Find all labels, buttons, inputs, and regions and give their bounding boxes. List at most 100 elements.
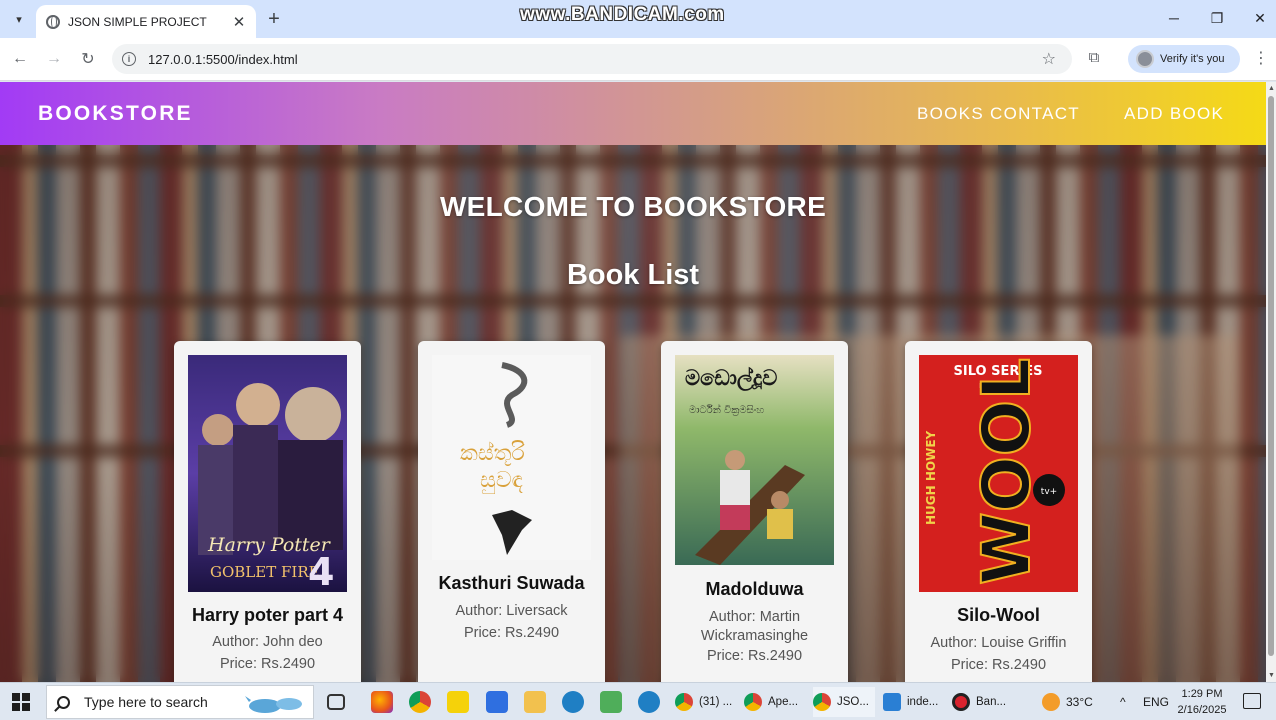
clock-time: 1:29 PM (1181, 688, 1223, 700)
tray-chevron-icon[interactable]: ^ (1120, 683, 1126, 720)
taskbar-clock[interactable]: 1:29 PM 2/16/2025 (1176, 686, 1228, 718)
book-author: Author: John deo (212, 634, 323, 650)
book-title: Madolduwa (705, 579, 804, 599)
book-card[interactable]: Harry Potter GOBLET FIRE 4 Harry poter p… (174, 341, 361, 682)
language-indicator[interactable]: ENG (1143, 683, 1169, 720)
avatar (1136, 50, 1154, 68)
cover-text: මාර්ටින් වික්‍රමසිංහ (689, 403, 764, 416)
site-navbar: BOOKSTORE BOOKS CONTACT ADD BOOK (0, 82, 1266, 145)
search-placeholder: Type here to search (84, 694, 208, 710)
scroll-up-icon[interactable]: ▲ (1268, 85, 1275, 92)
scroll-down-icon[interactable]: ▼ (1268, 672, 1275, 679)
bookmark-star-icon[interactable]: ☆ (1042, 49, 1056, 69)
url-text[interactable]: 127.0.0.1:5500/index.html (148, 52, 298, 67)
book-cover-image: කස්තූරි සුවඳ (432, 355, 591, 560)
windows-taskbar: Type here to search (31) ... Ape... JSO.… (0, 682, 1276, 720)
forward-arrow-icon[interactable]: → (44, 49, 64, 69)
reload-icon[interactable]: ↻ (78, 49, 98, 69)
book-title: Silo-Wool (957, 605, 1040, 625)
site-brand[interactable]: BOOKSTORE (38, 102, 193, 126)
book-card[interactable]: SILO SERIES BOOK ONE HUGH HOWEY WOOL tv+… (905, 341, 1092, 682)
taskbar-item-label: Ban... (976, 696, 1007, 708)
taskbar-item-label: inde... (907, 696, 939, 708)
taskbar-item-active[interactable]: JSO... (813, 687, 875, 717)
taskbar-item-label: Ape... (768, 696, 799, 708)
more-menu-icon[interactable]: ⋮ (1253, 48, 1269, 68)
book-price: Price: Rs.2490 (950, 657, 1047, 673)
cover-text: මඩොල්දූව (685, 366, 777, 392)
firefox-icon[interactable] (371, 691, 393, 713)
restore-button[interactable]: ❐ (1205, 8, 1229, 28)
tab-close-icon[interactable]: ✕ (230, 13, 248, 31)
profile-label: Verify it's you (1160, 53, 1225, 65)
new-tab-button[interactable]: + (264, 8, 284, 31)
taskbar-item[interactable]: (31) ... (675, 687, 732, 717)
recording-watermark: www.BANDICAM.com (520, 4, 725, 25)
record-icon (952, 693, 970, 711)
book-price: Price: Rs.2490 (463, 625, 560, 641)
book-cover-image: SILO SERIES BOOK ONE HUGH HOWEY WOOL tv+ (919, 355, 1078, 592)
address-bar[interactable]: i 127.0.0.1:5500/index.html ☆ (112, 44, 1072, 74)
windows-start-icon[interactable] (12, 693, 30, 711)
file-explorer-icon[interactable] (524, 691, 546, 713)
chrome-icon (675, 693, 693, 711)
profile-chip[interactable]: Verify it's you (1128, 45, 1240, 73)
clock-date: 2/16/2025 (1177, 704, 1227, 716)
taskbar-item[interactable]: Ape... (744, 687, 798, 717)
weather-temp: 33°C (1066, 695, 1093, 709)
book-price: Price: Rs.2490 (706, 648, 803, 664)
book-card[interactable]: කස්තූරි සුවඳ Kasthuri Suwada Author: Liv… (418, 341, 605, 682)
book-author: Author: Liversack (455, 603, 568, 619)
cover-text: 4 (308, 550, 334, 592)
chrome-icon (744, 693, 762, 711)
info-icon[interactable]: i (122, 52, 136, 66)
nav-link-books-contact[interactable]: BOOKS CONTACT (917, 104, 1080, 124)
app-icon[interactable] (638, 691, 660, 713)
cover-text: HUGH HOWEY (924, 430, 938, 525)
back-arrow-icon[interactable]: ← (10, 49, 30, 69)
page-viewport: BOOKSTORE BOOKS CONTACT ADD BOOK WELCOME… (0, 82, 1266, 682)
app-icon[interactable] (562, 691, 584, 713)
weather-widget[interactable]: 33°C (1042, 683, 1093, 720)
book-title: Harry poter part 4 (191, 605, 344, 625)
cover-text: WOOL (968, 358, 1045, 585)
extensions-puzzle-icon[interactable]: ⧉ (1085, 49, 1103, 67)
task-view-icon[interactable] (327, 694, 345, 710)
globe-icon (46, 14, 60, 29)
book-author: Author: Martin Wickramasinghe (700, 609, 809, 644)
whale-illustration-icon (245, 696, 302, 713)
cover-text: සුවඳ (480, 468, 523, 494)
browser-tab[interactable]: JSON SIMPLE PROJECT ✕ (36, 5, 256, 38)
cover-text: කස්තූරි (460, 440, 526, 466)
close-window-button[interactable]: ✕ (1248, 8, 1272, 28)
chrome-icon[interactable] (409, 691, 431, 713)
nav-link-add-book[interactable]: ADD BOOK (1124, 104, 1224, 124)
book-list-heading: Book List (566, 259, 700, 291)
book-price: Price: Rs.2490 (219, 656, 316, 672)
browser-tab-bar: ▾ JSON SIMPLE PROJECT ✕ + www.BANDICAM.c… (0, 0, 1276, 38)
taskbar-item[interactable]: Ban... (952, 687, 1006, 717)
scroll-thumb[interactable] (1268, 96, 1274, 656)
hero-section: WELCOME TO BOOKSTORE Book List Harry Pot… (0, 145, 1266, 682)
app-icon[interactable] (600, 691, 622, 713)
taskbar-item-label: JSO... (837, 696, 869, 708)
tab-search-icon[interactable]: ▾ (8, 9, 30, 29)
cover-text: GOBLET FIRE (210, 563, 320, 581)
search-icon (57, 695, 70, 709)
weather-sun-icon (1042, 693, 1060, 711)
notification-icon[interactable] (1243, 693, 1261, 709)
taskbar-item[interactable]: inde... (883, 687, 938, 717)
page-scrollbar[interactable]: ▲ ▼ (1266, 82, 1276, 682)
vscode-icon (883, 693, 901, 711)
book-author: Author: Louise Griffin (930, 635, 1067, 651)
tab-title: JSON SIMPLE PROJECT (68, 14, 207, 29)
book-title: Kasthuri Suwada (438, 573, 585, 593)
sticky-notes-icon[interactable] (447, 691, 469, 713)
welcome-heading: WELCOME TO BOOKSTORE (439, 191, 827, 222)
minimize-button[interactable]: ─ (1162, 8, 1186, 28)
taskbar-item-label: (31) ... (699, 696, 733, 708)
taskbar-search-box[interactable]: Type here to search (46, 685, 314, 719)
chrome-icon (813, 693, 831, 711)
book-card[interactable]: මඩොල්දූව මාර්ටින් වික්‍රමසිංහ Madolduwa … (661, 341, 848, 682)
app-icon[interactable] (486, 691, 508, 713)
